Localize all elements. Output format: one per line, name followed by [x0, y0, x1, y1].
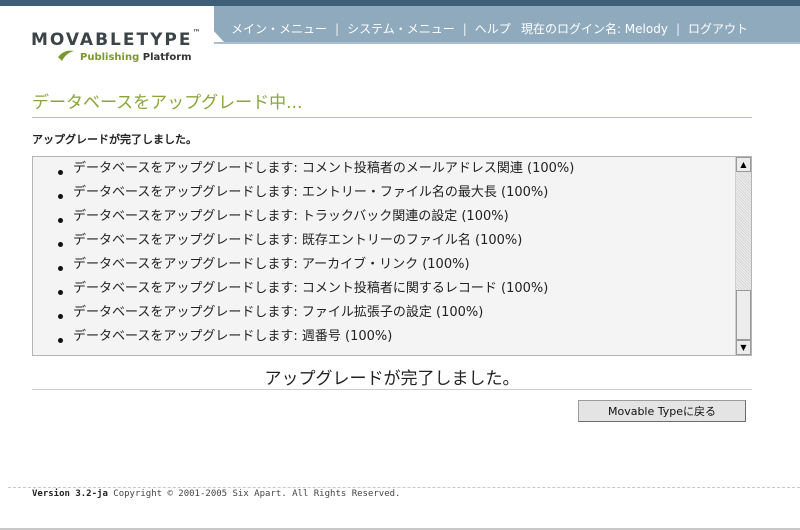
nav-separator: | — [462, 22, 467, 36]
log-item: データベースをアップグレードします: コメント投稿者に関するレコード (100%… — [57, 277, 574, 301]
footer-copyright: Copyright © 2001-2005 Six Apart. All Rig… — [113, 489, 401, 499]
log-item: データベースをアップグレードします: アーカイブ・リンク (100%) — [57, 253, 574, 277]
log-item: データベースをアップグレードします: 週番号 (100%) — [57, 325, 574, 349]
logo-tagline-b: Platform — [142, 52, 192, 63]
nav-bar-shadow — [214, 42, 800, 44]
log-item: データベースをアップグレードします: トラックバック関連の設定 (100%) — [57, 205, 574, 229]
footer-version: Version 3.2-ja — [32, 489, 108, 499]
nav-help[interactable]: ヘルプ — [475, 22, 511, 36]
log-item: データベースをアップグレードします: ファイル拡張子の設定 (100%) — [57, 301, 574, 325]
nav-system-menu[interactable]: システム・メニュー — [347, 22, 455, 36]
scroll-thumb[interactable] — [736, 290, 751, 340]
login-status: 現在のログイン名: Melody — [520, 22, 668, 36]
swoosh-icon — [58, 50, 74, 61]
vertical-scrollbar[interactable]: ▲ ▼ — [735, 157, 751, 355]
nav-main-menu[interactable]: メイン・メニュー — [231, 22, 327, 36]
divider — [32, 389, 752, 390]
footer: Version 3.2-ja Copyright © 2001-2005 Six… — [32, 489, 400, 499]
footer-divider — [8, 487, 800, 488]
upgrade-log[interactable]: データベースをアップグレードします: コメント投稿者のメールアドレス関連 (10… — [32, 156, 752, 356]
page-title: データベースをアップグレード中... — [32, 88, 752, 118]
log-item: データベースをアップグレードします: エントリー・ファイル名の最大長 (100%… — [57, 181, 574, 205]
log-list: データベースをアップグレードします: コメント投稿者のメールアドレス関連 (10… — [57, 157, 574, 349]
return-to-movable-type-button[interactable]: Movable Typeに戻る — [578, 400, 746, 422]
upgrade-done-label: アップグレードが完了しました。 — [32, 133, 197, 146]
log-item: データベースをアップグレードします: 既存エントリーのファイル名 (100%) — [57, 229, 574, 253]
nav-menu: メイン・メニュー | システム・メニュー | ヘルプ — [231, 20, 511, 37]
logo[interactable]: MOVABLETYPE™ Publishing Platform — [0, 6, 214, 70]
scroll-down-icon[interactable]: ▼ — [736, 340, 751, 355]
scroll-up-icon[interactable]: ▲ — [736, 157, 751, 172]
nav-separator: | — [675, 22, 680, 36]
logo-tm: ™ — [192, 28, 201, 37]
complete-message: アップグレードが完了しました。 — [264, 369, 520, 389]
user-menu: 現在のログイン名: Melody | ログアウト — [521, 20, 748, 37]
logo-tagline: Publishing Platform — [80, 52, 192, 63]
log-item: データベースをアップグレードします: コメント投稿者のメールアドレス関連 (10… — [57, 157, 574, 181]
logo-tagline-a: Publishing — [80, 52, 140, 63]
logout-link[interactable]: ログアウト — [688, 22, 748, 36]
nav-separator: | — [335, 22, 340, 36]
